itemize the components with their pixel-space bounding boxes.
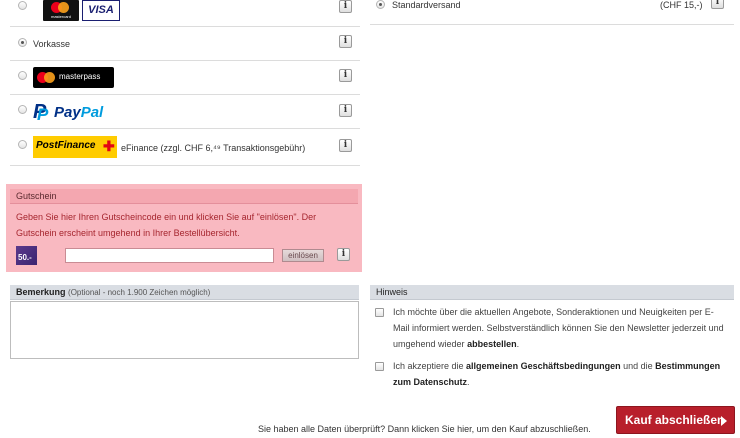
checkout-confirm-text: Sie haben alle Daten überprüft? Dann kli… xyxy=(258,424,591,434)
info-icon-vorkasse[interactable]: i xyxy=(339,35,352,48)
remark-header: Bemerkung (Optional - noch 1.900 Zeichen… xyxy=(10,285,359,300)
payment-radio-cards[interactable] xyxy=(18,1,27,10)
terms-text-c: . xyxy=(467,377,470,387)
voucher-redeem-button[interactable]: einlösen xyxy=(282,249,324,262)
info-icon-cards[interactable]: i xyxy=(339,0,352,13)
remark-char-hint: (Optional - noch 1.900 Zeichen möglich) xyxy=(68,288,211,297)
info-icon-masterpass[interactable]: i xyxy=(339,69,352,82)
terms-text-b: und die xyxy=(620,361,656,371)
paypal-logo-text-pay: Pay xyxy=(54,104,81,121)
payment-radio-paypal[interactable] xyxy=(18,105,27,114)
voucher-header: Gutschein xyxy=(10,189,358,204)
mastercard-logo: mastercard xyxy=(43,0,79,21)
terms-checkbox[interactable] xyxy=(375,362,384,371)
paypal-logo-text-pal: Pal xyxy=(80,104,104,121)
payment-row-cards[interactable]: mastercard VISA i xyxy=(10,0,360,27)
postfinance-cross-icon: ✚ xyxy=(103,138,115,154)
newsletter-checkbox[interactable] xyxy=(375,308,384,317)
newsletter-unsubscribe-link[interactable]: abbestellen xyxy=(467,339,517,349)
postfinance-logo-text: PostFinance xyxy=(36,140,96,151)
payment-radio-masterpass[interactable] xyxy=(18,71,27,80)
shipping-label: Standardversand xyxy=(392,0,461,10)
info-icon-postfinance[interactable]: i xyxy=(339,139,352,152)
newsletter-text: Ich möchte über die aktuellen Angebote, … xyxy=(393,304,729,352)
voucher-code-input[interactable] xyxy=(65,248,274,263)
remark-textarea[interactable] xyxy=(10,301,359,359)
payment-label-vorkasse: Vorkasse xyxy=(33,39,71,49)
postfinance-logo: PostFinance ✚ xyxy=(33,136,117,158)
voucher-description: Geben Sie hier Ihren Gutscheincode ein u… xyxy=(16,212,317,238)
mastercard-logo-text: mastercard xyxy=(50,14,71,19)
visa-logo: VISA xyxy=(82,0,120,21)
hint-header: Hinweis xyxy=(370,285,734,300)
payment-label-efinance: eFinance (zzgl. CHF 6,⁴⁹ Transaktionsgeb… xyxy=(121,143,306,153)
voucher-title: Gutschein xyxy=(16,191,57,201)
info-icon-paypal[interactable]: i xyxy=(339,104,352,117)
chevron-right-icon xyxy=(721,416,727,426)
info-icon-voucher[interactable]: i xyxy=(337,248,350,261)
voucher-image-text: 50.- xyxy=(18,253,32,262)
shipping-price: (CHF 15,-) xyxy=(660,0,703,10)
terms-text-a: Ich akzeptiere die xyxy=(393,361,467,371)
voucher-image: 50.- xyxy=(16,246,37,265)
masterpass-logo-text: masterpass xyxy=(59,72,101,81)
terms-text: Ich akzeptiere die allgemeinen Geschäfts… xyxy=(393,358,729,390)
info-icon-shipping[interactable]: i xyxy=(711,0,724,9)
buy-button[interactable]: Kauf abschließen xyxy=(616,406,735,434)
newsletter-text-end: . xyxy=(516,339,520,349)
payment-radio-postfinance[interactable] xyxy=(18,140,27,149)
voucher-section: Gutschein Geben Sie hier Ihren Gutschein… xyxy=(6,184,362,272)
terms-agb-link[interactable]: allgemeinen Geschäftsbedingungen xyxy=(466,361,621,371)
payment-radio-vorkasse[interactable] xyxy=(18,38,27,47)
buy-button-label: Kauf abschließen xyxy=(625,413,725,427)
shipping-radio-standard[interactable] xyxy=(376,0,385,9)
shipping-divider xyxy=(370,24,734,25)
remark-title: Bemerkung xyxy=(16,287,66,297)
masterpass-logo: masterpass xyxy=(33,67,114,88)
payment-row-vorkasse[interactable]: Vorkasse i xyxy=(10,28,360,61)
newsletter-text-main: Ich möchte über die aktuellen Angebote, … xyxy=(393,307,724,349)
hint-title: Hinweis xyxy=(376,287,408,297)
